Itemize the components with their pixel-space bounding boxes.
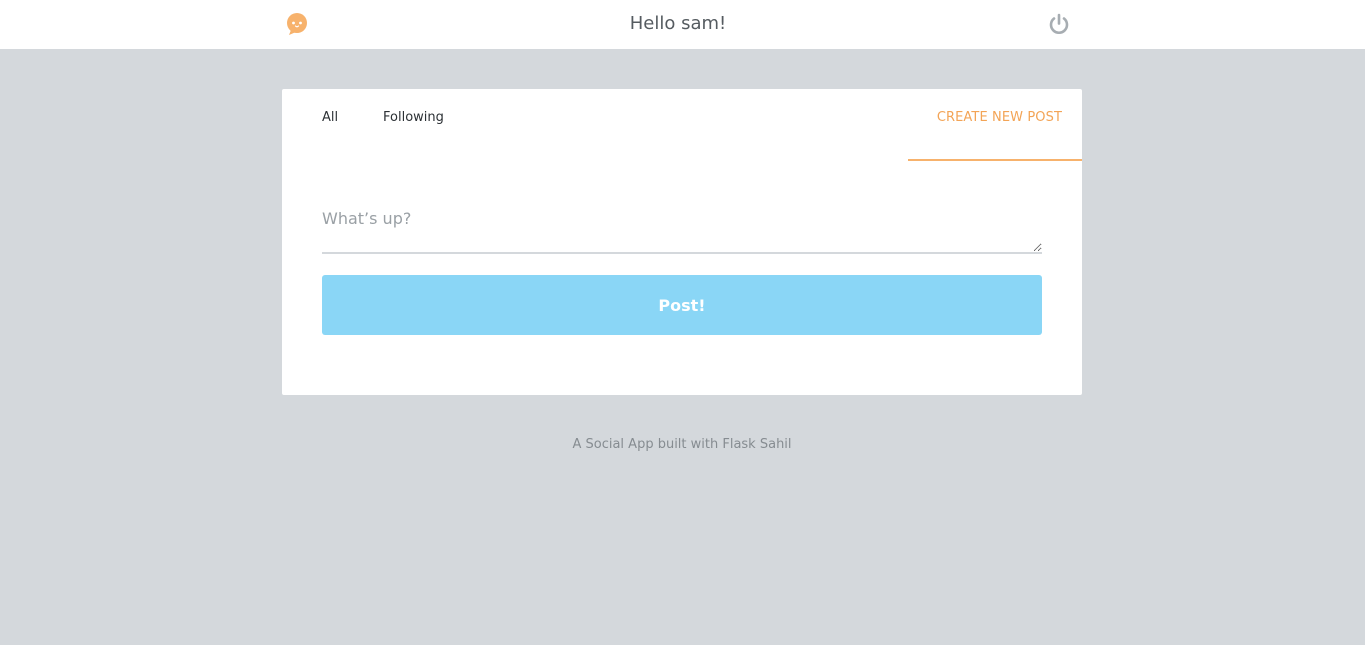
post-button[interactable]: Post! (322, 275, 1042, 335)
post-card: All Following CREATE NEW POST Post! (282, 89, 1082, 395)
power-icon[interactable] (1047, 12, 1071, 36)
greeting-title: Hello sam! (629, 13, 727, 34)
tab-create-label: CREATE NEW POST (936, 110, 1062, 125)
tab-following[interactable]: Following (383, 109, 444, 127)
post-text-input[interactable] (322, 203, 1042, 254)
footer-text: A Social App built with Flask Sahil (572, 437, 792, 452)
tab-create-new-post[interactable]: CREATE NEW POST (908, 89, 1082, 161)
top-navbar: Hello sam! (0, 0, 1365, 49)
tab-all[interactable]: All (322, 109, 338, 127)
